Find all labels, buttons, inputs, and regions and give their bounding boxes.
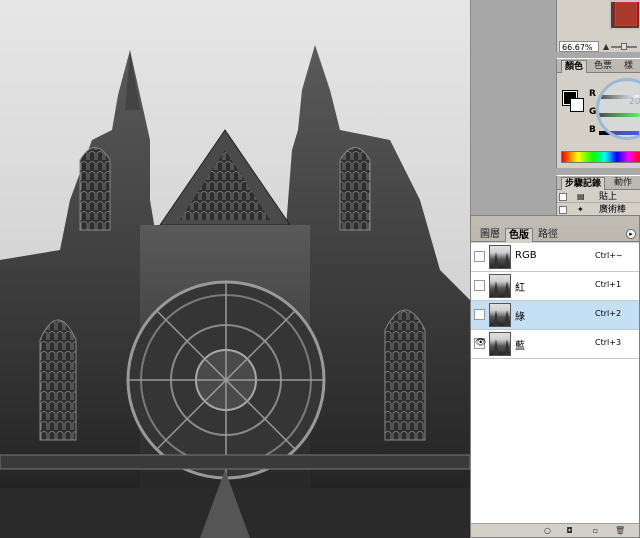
history-panel: 步驟記錄 動作 ▤ 貼上 ✦ 廣術棒 bbox=[556, 175, 640, 216]
zoom-out-icon[interactable]: ▲ bbox=[603, 42, 609, 51]
tab-history[interactable]: 步驟記錄 bbox=[561, 177, 606, 190]
channel-thumbnail bbox=[489, 332, 511, 356]
history-item[interactable]: ▤ 貼上 bbox=[557, 191, 640, 203]
channel-name: 綠 bbox=[515, 312, 525, 323]
photoshop-window: 66.67% ▲ 顏色 色票 樣 R G B 20 步驟記錄 動作 ▤ 貼上 ✦… bbox=[0, 0, 640, 538]
color-panel-tabs: 顏色 色票 樣 bbox=[557, 59, 640, 73]
magic-wand-icon: ✦ bbox=[577, 205, 584, 214]
channel-name: RGB bbox=[515, 250, 537, 261]
history-panel-tabs: 步驟記錄 動作 bbox=[557, 176, 640, 190]
channel-row-rgb[interactable]: RGB Ctrl+~ bbox=[471, 243, 639, 272]
channel-name: 藍 bbox=[515, 341, 525, 352]
document-canvas[interactable] bbox=[0, 0, 470, 538]
navigator-panel: 66.67% ▲ bbox=[556, 0, 640, 52]
load-selection-icon[interactable]: ○ bbox=[543, 526, 552, 535]
new-channel-icon[interactable]: ▫ bbox=[591, 526, 600, 535]
zoom-field[interactable]: 66.67% bbox=[559, 41, 599, 52]
tab-channels[interactable]: 色版 bbox=[505, 228, 533, 242]
channel-row-green[interactable]: 綠 Ctrl+2 bbox=[471, 301, 639, 330]
tab-color[interactable]: 顏色 bbox=[561, 60, 588, 73]
channel-shortcut: Ctrl+2 bbox=[595, 309, 622, 318]
channel-label-r: R bbox=[589, 89, 596, 99]
panel-titlebar[interactable] bbox=[471, 216, 639, 226]
magnifier-value: 20 bbox=[629, 97, 640, 107]
channel-thumbnail bbox=[489, 245, 511, 269]
tab-styles[interactable]: 樣 bbox=[621, 60, 636, 73]
tab-swatches[interactable]: 色票 bbox=[591, 60, 615, 73]
channels-panel-tabs: 圖層 色版 路徑 ▸ bbox=[471, 226, 639, 242]
channels-footer: ○ ◘ ▫ 🗑 bbox=[471, 523, 639, 537]
zoom-slider-knob[interactable] bbox=[621, 43, 627, 50]
channel-thumbnail bbox=[489, 303, 511, 327]
channel-shortcut: Ctrl+3 bbox=[595, 338, 622, 347]
tab-actions[interactable]: 動作 bbox=[611, 177, 635, 190]
history-checkbox[interactable] bbox=[559, 206, 567, 214]
zoom-slider[interactable] bbox=[611, 43, 637, 50]
channel-thumbnail bbox=[489, 274, 511, 298]
channel-shortcut: Ctrl+1 bbox=[595, 280, 622, 289]
cathedral-photo bbox=[0, 45, 470, 538]
paste-icon: ▤ bbox=[577, 192, 585, 201]
background-color-swatch[interactable] bbox=[570, 98, 584, 112]
channel-label-b: B bbox=[589, 125, 596, 135]
channel-row-blue[interactable]: 👁 藍 Ctrl+3 bbox=[471, 330, 639, 359]
channel-list: RGB Ctrl+~ 紅 Ctrl+1 綠 Ctrl+2 👁 藍 Ctrl+3 bbox=[471, 243, 639, 523]
eye-icon[interactable]: 👁 bbox=[474, 338, 486, 349]
color-spectrum-bar[interactable] bbox=[561, 151, 640, 163]
trash-icon[interactable]: 🗑 bbox=[615, 526, 625, 535]
channel-shortcut: Ctrl+~ bbox=[595, 251, 623, 260]
tab-layers[interactable]: 圖層 bbox=[477, 228, 503, 242]
channel-row-red[interactable]: 紅 Ctrl+1 bbox=[471, 272, 639, 301]
visibility-toggle[interactable] bbox=[474, 309, 485, 320]
navigator-thumbnail[interactable] bbox=[609, 0, 640, 30]
history-item-label: 貼上 bbox=[599, 192, 618, 202]
navigator-view-box[interactable] bbox=[615, 2, 637, 26]
channels-panel: 圖層 色版 路徑 ▸ RGB Ctrl+~ 紅 Ctrl+1 綠 Ctrl+2 … bbox=[470, 215, 640, 538]
visibility-toggle[interactable] bbox=[474, 251, 485, 262]
tab-paths[interactable]: 路徑 bbox=[535, 228, 561, 242]
history-checkbox[interactable] bbox=[559, 193, 567, 201]
save-selection-icon[interactable]: ◘ bbox=[565, 526, 574, 535]
panel-menu-icon[interactable]: ▸ bbox=[626, 229, 636, 239]
visibility-toggle[interactable] bbox=[474, 280, 485, 291]
channel-name: 紅 bbox=[515, 283, 525, 294]
